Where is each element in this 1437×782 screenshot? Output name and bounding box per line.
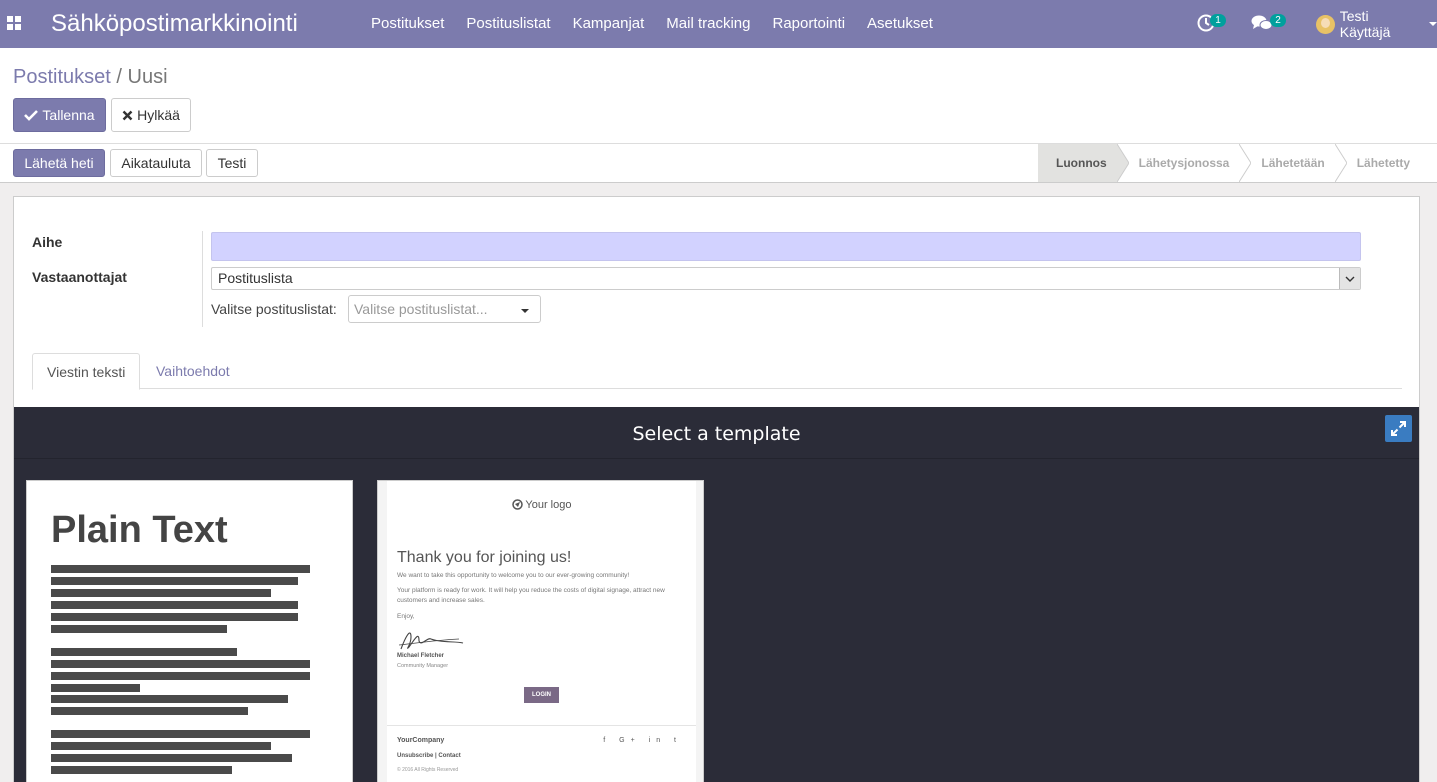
stage-arrow-icon xyxy=(1239,144,1252,182)
text-line-placeholder xyxy=(51,589,271,597)
breadcrumb-separator: / xyxy=(116,66,122,88)
welcome-footer-links: Unsubscribe | Contact xyxy=(397,753,461,759)
recipients-label: Vastaanottajat xyxy=(32,269,127,285)
label-divider xyxy=(202,231,203,327)
stage-sending[interactable]: Lähetetään xyxy=(1239,144,1347,182)
notebook-tabs: Viestin teksti Vaihtoehdot xyxy=(32,353,1402,390)
main-menu: Postitukset Postituslistat Kampanjat Mai… xyxy=(360,0,944,48)
welcome-logo: Your logo xyxy=(387,499,696,511)
mailing-lists-label: Valitse postituslistat: xyxy=(211,301,337,317)
stage-draft[interactable]: Luonnos xyxy=(1038,144,1129,182)
apps-grid-icon[interactable] xyxy=(7,16,21,30)
stage-sending-label: Lähetetään xyxy=(1261,156,1325,170)
mailing-lists-input[interactable]: Valitse postituslistat... xyxy=(348,295,541,323)
welcome-paragraph-3: Enjoy, xyxy=(397,613,415,620)
text-line-placeholder xyxy=(51,625,227,633)
chevron-down-icon[interactable] xyxy=(1339,268,1360,289)
text-line-placeholder xyxy=(51,742,271,750)
stage-arrow-icon xyxy=(1116,144,1129,182)
text-line-placeholder xyxy=(51,707,248,715)
stage-draft-label: Luonnos xyxy=(1056,156,1107,170)
welcome-login-button: LOGIN xyxy=(524,687,559,703)
welcome-footer-divider xyxy=(387,725,696,726)
user-menu[interactable]: Testi Käyttäjä xyxy=(1316,0,1437,48)
send-now-button[interactable]: Lähetä heti xyxy=(13,149,105,177)
welcome-template-preview: Your logo Thank you for joining us! We w… xyxy=(387,481,696,782)
expand-icon[interactable] xyxy=(1385,415,1412,442)
subject-label: Aihe xyxy=(32,234,63,250)
caret-down-icon xyxy=(521,309,529,313)
chevron-down-icon xyxy=(1429,22,1437,26)
user-avatar xyxy=(1316,14,1335,34)
mailing-lists-placeholder: Valitse postituslistat... xyxy=(354,301,488,317)
welcome-heading: Thank you for joining us! xyxy=(397,549,572,566)
messages-count-badge: 2 xyxy=(1270,14,1286,27)
recipients-select-value: Postituslista xyxy=(218,270,293,286)
schedule-button[interactable]: Aikatauluta xyxy=(110,149,202,177)
save-button-label: Tallenna xyxy=(42,107,95,123)
text-line-placeholder xyxy=(51,684,140,692)
template-chooser-title: Select a template xyxy=(14,407,1419,459)
text-line-placeholder xyxy=(51,754,292,762)
user-name: Testi Käyttäjä xyxy=(1339,8,1391,40)
welcome-logo-text: Your logo xyxy=(525,499,572,511)
test-button[interactable]: Testi xyxy=(206,149,258,177)
tab-options[interactable]: Vaihtoehdot xyxy=(142,353,244,389)
template-chooser: Select a template Plain Text Your logo T… xyxy=(14,407,1419,782)
breadcrumb-parent[interactable]: Postitukset xyxy=(13,66,111,88)
stage-sent[interactable]: Lähetetty xyxy=(1335,144,1420,182)
welcome-signer-role: Community Manager xyxy=(397,663,449,669)
save-button[interactable]: Tallenna xyxy=(13,98,106,132)
menu-item-settings[interactable]: Asetukset xyxy=(856,0,944,48)
menu-item-campaigns[interactable]: Kampanjat xyxy=(562,0,656,48)
discard-button[interactable]: Hylkää xyxy=(111,98,191,132)
tab-message-body[interactable]: Viestin teksti xyxy=(32,353,141,390)
stage-in-queue-label: Lähetysjonossa xyxy=(1138,156,1230,170)
breadcrumb-current: Uusi xyxy=(127,66,168,88)
welcome-social-icons: f G+ in t xyxy=(603,737,682,744)
text-line-placeholder xyxy=(51,601,298,609)
subject-input[interactable] xyxy=(211,232,1361,261)
text-line-placeholder xyxy=(51,672,310,680)
welcome-paragraph-2: Your platform is ready for work. It will… xyxy=(397,587,665,604)
plain-text-title: Plain Text xyxy=(51,509,228,551)
menu-item-mailing-lists[interactable]: Postituslistat xyxy=(455,0,561,48)
app-title: Sähköpostimarkkinointi xyxy=(51,10,298,37)
top-navbar: Sähköpostimarkkinointi Postitukset Posti… xyxy=(0,0,1437,48)
stage-sent-label: Lähetetty xyxy=(1356,156,1411,170)
welcome-company: YourCompany xyxy=(397,737,445,744)
text-line-placeholder xyxy=(51,730,310,738)
close-icon xyxy=(122,110,133,120)
text-line-placeholder xyxy=(51,613,298,621)
menu-item-mailings[interactable]: Postitukset xyxy=(360,0,455,48)
stage-in-queue[interactable]: Lähetysjonossa xyxy=(1117,144,1252,182)
welcome-rights: © 2016 All Rights Reserved xyxy=(397,767,459,773)
text-line-placeholder xyxy=(51,766,232,774)
text-line-placeholder xyxy=(51,660,310,668)
signature-icon xyxy=(398,632,464,650)
template-plain-text[interactable]: Plain Text xyxy=(26,480,353,782)
stage-arrow-icon xyxy=(1334,144,1347,182)
welcome-signer: Michael Fletcher xyxy=(397,653,445,659)
menu-item-reporting[interactable]: Raportointi xyxy=(762,0,857,48)
text-line-placeholder xyxy=(51,565,310,573)
status-bar: Luonnos Lähetysjonossa Lähetetään Lähete… xyxy=(1038,144,1420,182)
menu-item-mail-tracking[interactable]: Mail tracking xyxy=(655,0,761,48)
recipients-select[interactable]: Postituslista xyxy=(211,267,1361,290)
form-sheet: Aihe Vastaanottajat Postituslista Valits… xyxy=(13,196,1420,782)
template-welcome-message[interactable]: Your logo Thank you for joining us! We w… xyxy=(377,480,704,782)
check-icon xyxy=(24,110,39,121)
text-line-placeholder xyxy=(51,695,288,703)
activity-count-badge: 1 xyxy=(1210,14,1226,27)
text-line-placeholder xyxy=(51,648,237,656)
control-panel: Postitukset / Uusi Tallenna Hylkää Lähet… xyxy=(0,48,1437,183)
logo-icon xyxy=(511,499,523,510)
text-line-placeholder xyxy=(51,577,298,585)
discard-button-label: Hylkää xyxy=(137,107,180,123)
breadcrumb: Postitukset / Uusi xyxy=(13,65,168,89)
welcome-paragraph-1: We want to take this opportunity to welc… xyxy=(397,572,630,579)
